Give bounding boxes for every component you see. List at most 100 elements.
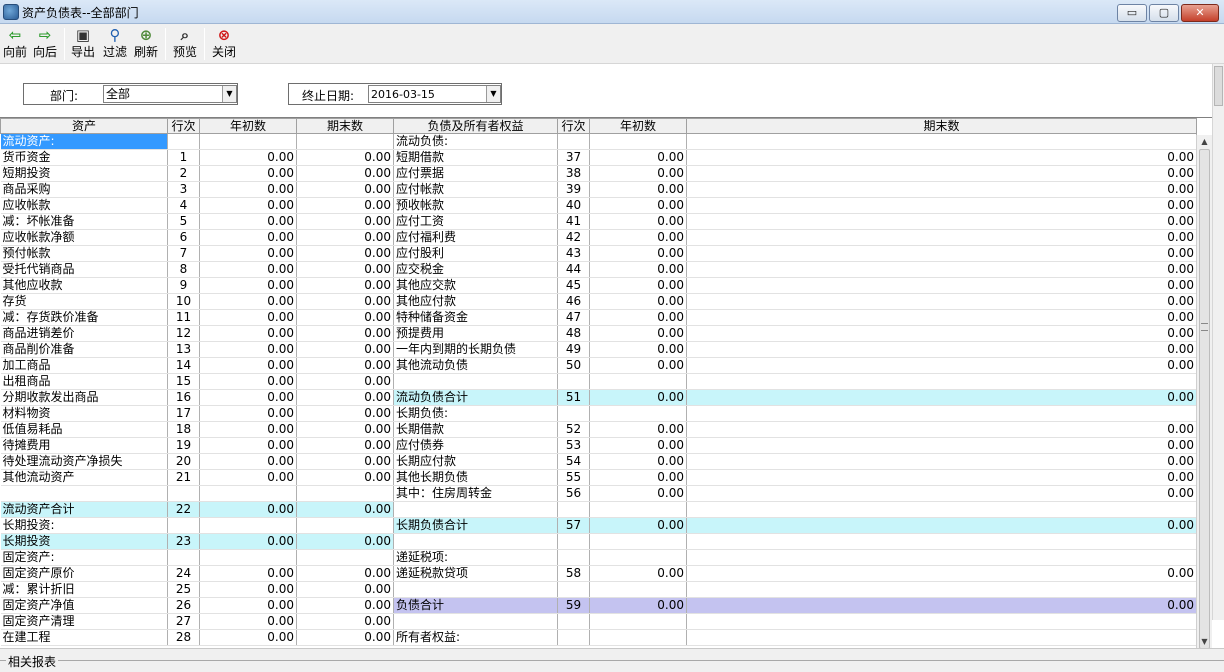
table-row[interactable]: 长期投资: 长期负债合计 57 0.00 0.00 [0,517,1197,534]
asset-line-cell[interactable] [167,485,200,502]
asset-line-cell[interactable]: 1 [167,149,200,166]
liability-begin-cell[interactable] [589,613,687,630]
liability-end-cell[interactable]: 0.00 [686,261,1197,278]
liability-name-cell[interactable]: 长期负债: [393,405,558,422]
liability-end-cell[interactable] [686,373,1197,390]
table-row[interactable]: 流动资产: 流动负债: [0,133,1197,150]
table-row[interactable]: 出租商品 15 0.00 0.00 [0,373,1197,390]
liability-begin-cell[interactable] [589,133,687,150]
liability-line-cell[interactable]: 39 [557,181,590,198]
table-row[interactable]: 流动资产合计 22 0.00 0.00 [0,501,1197,518]
asset-end-cell[interactable] [296,549,394,566]
liability-begin-cell[interactable]: 0.00 [589,165,687,182]
asset-name-cell[interactable]: 存货 [0,293,168,310]
liability-line-cell[interactable]: 38 [557,165,590,182]
liability-name-cell[interactable]: 递延税款贷项 [393,565,558,582]
liability-end-cell[interactable]: 0.00 [686,357,1197,374]
asset-end-cell[interactable]: 0.00 [296,261,394,278]
liability-line-cell[interactable] [557,629,590,646]
liability-end-cell[interactable]: 0.00 [686,389,1197,406]
table-row[interactable]: 固定资产清理 27 0.00 0.00 [0,613,1197,630]
asset-name-cell[interactable]: 待处理流动资产净损失 [0,453,168,470]
table-row[interactable]: 其他流动资产 21 0.00 0.00 其他长期负债 55 0.00 0.00 [0,469,1197,486]
col-header-line[interactable]: 行次 [167,118,200,134]
asset-end-cell[interactable]: 0.00 [296,165,394,182]
asset-begin-cell[interactable]: 0.00 [199,165,297,182]
liability-name-cell[interactable]: 其他应付款 [393,293,558,310]
liability-name-cell[interactable]: 其他流动负债 [393,357,558,374]
table-row[interactable]: 其中：住房周转金 56 0.00 0.00 [0,485,1197,502]
liability-name-cell[interactable] [393,373,558,390]
forward-button[interactable]: ⇦ 向前 [2,26,28,62]
liability-name-cell[interactable]: 预收帐款 [393,197,558,214]
asset-begin-cell[interactable]: 0.00 [199,149,297,166]
asset-name-cell[interactable]: 固定资产: [0,549,168,566]
liability-line-cell[interactable] [557,405,590,422]
asset-line-cell[interactable]: 26 [167,597,200,614]
table-row[interactable]: 应收帐款净额 6 0.00 0.00 应付福利费 42 0.00 0.00 [0,229,1197,246]
liability-name-cell[interactable] [393,533,558,550]
liability-end-cell[interactable]: 0.00 [686,197,1197,214]
asset-end-cell[interactable]: 0.00 [296,597,394,614]
liability-end-cell[interactable]: 0.00 [686,341,1197,358]
asset-name-cell[interactable]: 加工商品 [0,357,168,374]
liability-end-cell[interactable]: 0.00 [686,517,1197,534]
asset-end-cell[interactable]: 0.00 [296,453,394,470]
liability-name-cell[interactable]: 负债合计 [393,597,558,614]
asset-begin-cell[interactable]: 0.00 [199,501,297,518]
asset-line-cell[interactable]: 11 [167,309,200,326]
liability-begin-cell[interactable]: 0.00 [589,245,687,262]
asset-end-cell[interactable]: 0.00 [296,325,394,342]
liability-begin-cell[interactable]: 0.00 [589,293,687,310]
liability-begin-cell[interactable]: 0.00 [589,341,687,358]
liability-line-cell[interactable]: 46 [557,293,590,310]
liability-name-cell[interactable]: 应付票据 [393,165,558,182]
asset-begin-cell[interactable]: 0.00 [199,533,297,550]
liability-line-cell[interactable] [557,533,590,550]
table-row[interactable]: 应收帐款 4 0.00 0.00 预收帐款 40 0.00 0.00 [0,197,1197,214]
table-row[interactable]: 减：累计折旧 25 0.00 0.00 [0,581,1197,598]
liability-line-cell[interactable]: 47 [557,309,590,326]
asset-begin-cell[interactable]: 0.00 [199,245,297,262]
table-row[interactable]: 待处理流动资产净损失 20 0.00 0.00 长期应付款 54 0.00 0.00 [0,453,1197,470]
liability-line-cell[interactable]: 41 [557,213,590,230]
asset-name-cell[interactable]: 商品削价准备 [0,341,168,358]
liability-end-cell[interactable]: 0.00 [686,181,1197,198]
liability-end-cell[interactable]: 0.00 [686,325,1197,342]
asset-line-cell[interactable]: 13 [167,341,200,358]
asset-begin-cell[interactable]: 0.00 [199,469,297,486]
liability-end-cell[interactable]: 0.00 [686,597,1197,614]
liability-line-cell[interactable]: 57 [557,517,590,534]
table-row[interactable]: 存货 10 0.00 0.00 其他应付款 46 0.00 0.00 [0,293,1197,310]
asset-end-cell[interactable]: 0.00 [296,197,394,214]
liability-end-cell[interactable]: 0.00 [686,213,1197,230]
asset-end-cell[interactable]: 0.00 [296,581,394,598]
asset-line-cell[interactable]: 5 [167,213,200,230]
liability-end-cell[interactable]: 0.00 [686,437,1197,454]
asset-name-cell[interactable]: 流动资产合计 [0,501,168,518]
asset-end-cell[interactable]: 0.00 [296,421,394,438]
liability-line-cell[interactable]: 53 [557,437,590,454]
liability-end-cell[interactable] [686,133,1197,150]
liability-line-cell[interactable] [557,373,590,390]
asset-name-cell[interactable]: 固定资产清理 [0,613,168,630]
liability-end-cell[interactable]: 0.00 [686,245,1197,262]
grid-scrollbar-thumb[interactable] [1199,149,1210,648]
asset-begin-cell[interactable]: 0.00 [199,565,297,582]
asset-name-cell[interactable]: 长期投资 [0,533,168,550]
table-row[interactable]: 预付帐款 7 0.00 0.00 应付股利 43 0.00 0.00 [0,245,1197,262]
col-header-begin-2[interactable]: 年初数 [589,118,687,134]
asset-line-cell[interactable]: 25 [167,581,200,598]
table-row[interactable]: 货币资金 1 0.00 0.00 短期借款 37 0.00 0.00 [0,149,1197,166]
preview-button[interactable]: ⌕ 预览 [171,26,199,62]
asset-name-cell[interactable]: 待摊费用 [0,437,168,454]
asset-line-cell[interactable]: 9 [167,277,200,294]
asset-end-cell[interactable]: 0.00 [296,565,394,582]
close-window-button[interactable]: ✕ [1181,4,1219,22]
table-row[interactable]: 加工商品 14 0.00 0.00 其他流动负债 50 0.00 0.00 [0,357,1197,374]
asset-line-cell[interactable]: 24 [167,565,200,582]
col-header-liabilities[interactable]: 负债及所有者权益 [393,118,558,134]
liability-line-cell[interactable]: 52 [557,421,590,438]
asset-begin-cell[interactable]: 0.00 [199,613,297,630]
liability-end-cell[interactable]: 0.00 [686,293,1197,310]
